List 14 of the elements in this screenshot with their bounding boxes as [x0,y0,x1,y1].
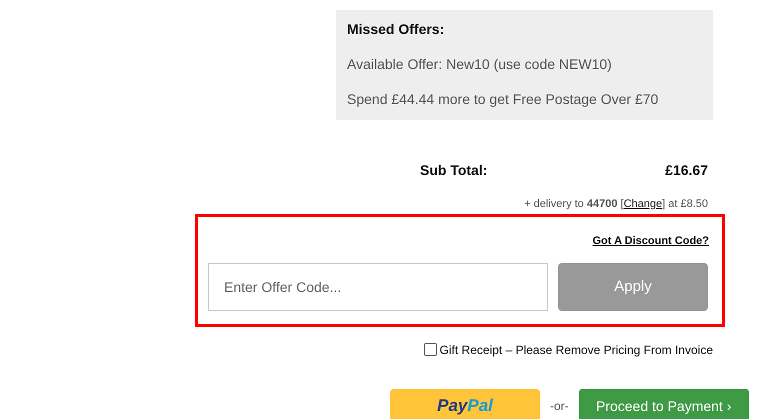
or-separator: -or- [550,398,569,415]
discount-code-link[interactable]: Got A Discount Code? [592,232,709,249]
gift-receipt-checkbox[interactable] [424,343,437,356]
proceed-to-payment-button[interactable]: Proceed to Payment › [578,388,749,419]
gift-receipt-label: Gift Receipt – Please Remove Pricing From Invoice [440,342,713,358]
offer-code-field[interactable]: Enter Offer Code... [208,263,548,311]
offer-text: Available Offer: New10 (use code NEW10) [347,55,613,74]
paypal-button[interactable]: PayPal [390,388,540,419]
offer-text: Spend £44.44 more to get Free Postage Over £70 [347,90,660,109]
subtotal-label: Sub Total: [420,161,488,180]
change-link[interactable]: Change [624,198,662,210]
subtotal-value: £16.67 [665,161,708,180]
delivery-note: + delivery to 44700 [Change] at £8.50 [524,197,708,212]
offers-title: Missed Offers: [347,20,446,39]
